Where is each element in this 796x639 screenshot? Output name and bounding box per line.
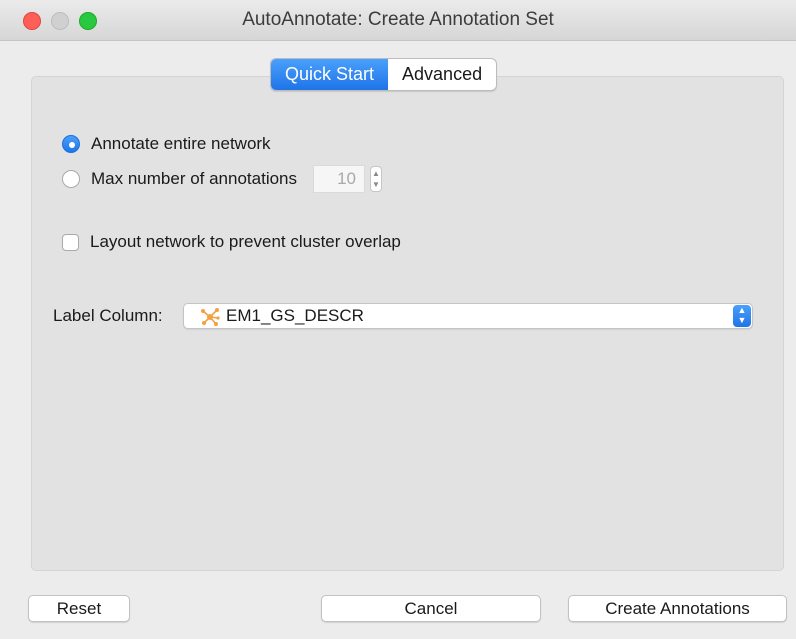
- max-annotations-option[interactable]: Max number of annotations 10 ▲ ▼: [62, 165, 383, 193]
- dialog-window: AutoAnnotate: Create Annotation Set Quic…: [0, 0, 796, 639]
- max-annotations-stepper[interactable]: ▲ ▼: [370, 166, 383, 192]
- create-annotations-button[interactable]: Create Annotations: [568, 595, 787, 622]
- label-column-select[interactable]: EM1_GS_DESCR ▲ ▼: [183, 303, 753, 329]
- window-title: AutoAnnotate: Create Annotation Set: [242, 9, 554, 30]
- max-annotations-input[interactable]: 10: [313, 165, 366, 193]
- max-annotations-label: Max number of annotations: [91, 169, 298, 188]
- tab-advanced[interactable]: Advanced: [388, 59, 496, 90]
- annotate-entire-network-label: Annotate entire network: [91, 134, 271, 153]
- annotate-entire-network-option[interactable]: Annotate entire network: [62, 134, 271, 154]
- label-column-label: Label Column:: [53, 306, 163, 325]
- reset-button[interactable]: Reset: [28, 595, 130, 622]
- layout-network-label: Layout network to prevent cluster overla…: [90, 232, 401, 251]
- label-column-value: EM1_GS_DESCR: [226, 306, 364, 325]
- cancel-button[interactable]: Cancel: [321, 595, 541, 622]
- layout-network-option[interactable]: Layout network to prevent cluster overla…: [62, 232, 401, 252]
- stepper-down-icon[interactable]: ▼: [371, 180, 381, 190]
- chevron-up-down-icon[interactable]: ▲ ▼: [733, 305, 751, 327]
- title-bar[interactable]: AutoAnnotate: Create Annotation Set: [0, 0, 796, 41]
- layout-network-checkbox[interactable]: [62, 233, 79, 251]
- tab-quick-start[interactable]: Quick Start: [271, 59, 389, 90]
- network-node-icon: [201, 308, 220, 326]
- tab-bar: Quick Start Advanced: [270, 58, 498, 91]
- stepper-up-icon[interactable]: ▲: [371, 169, 381, 179]
- annotate-entire-network-radio[interactable]: [62, 135, 80, 153]
- max-annotations-radio[interactable]: [62, 170, 80, 188]
